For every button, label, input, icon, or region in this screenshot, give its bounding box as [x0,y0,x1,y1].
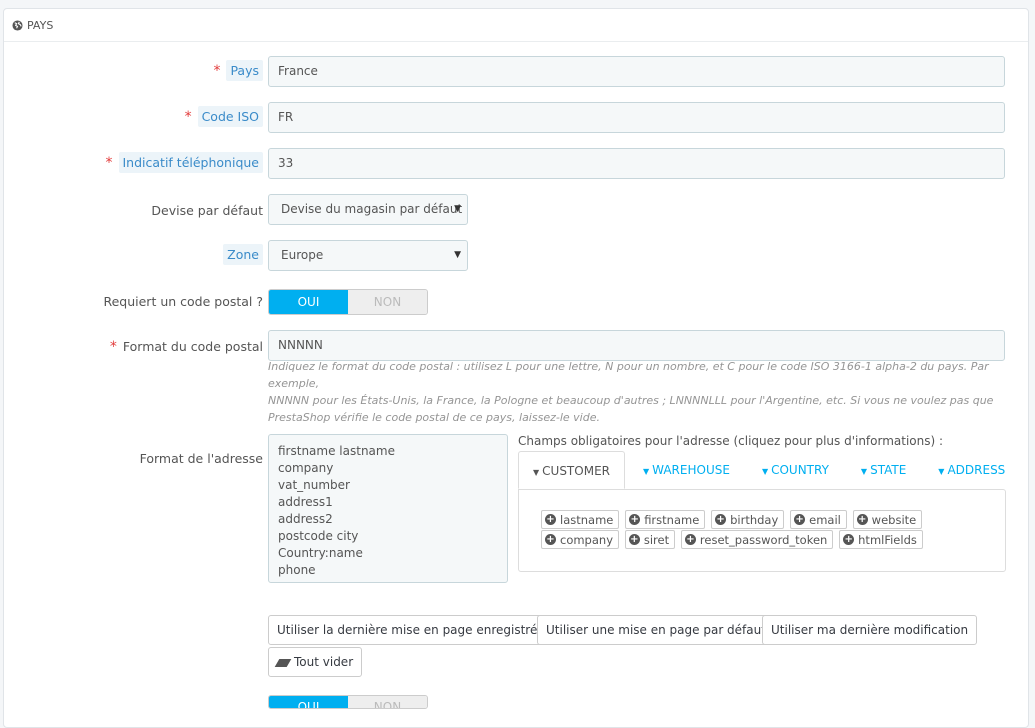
switch-yes[interactable]: OUI [269,696,348,708]
plus-circle-icon: + [684,534,696,545]
field-chip-siret[interactable]: + siret [624,530,676,549]
plus-circle-icon: + [794,514,806,525]
required-marker: * [213,63,221,79]
country-input[interactable]: France [268,56,1005,87]
address-line: postcode city [278,529,359,543]
field-chip-website[interactable]: + website [852,510,923,529]
plus-circle-icon: + [715,514,727,525]
address-line: Country:name [278,546,363,560]
zone-label: Zone [223,244,263,265]
switch-no[interactable]: NON [348,290,427,314]
caret-down-icon: ▼ [642,467,650,476]
iso-input[interactable]: FR [268,102,1005,133]
required-fields-title: Champs obligatoires pour l'adresse (cliq… [518,434,944,448]
required-marker: * [184,109,192,125]
chevron-down-icon: ▼ [454,250,461,260]
caret-down-icon: ▼ [533,468,540,477]
need-zip-switch[interactable]: OUI NON [268,289,428,315]
plus-circle-icon: + [856,514,868,525]
field-chip-email[interactable]: + email [790,510,847,529]
panel-heading: PAYS [4,9,1028,42]
field-chip-birthday[interactable]: + birthday [711,510,785,529]
globe-icon [12,19,23,31]
address-line: address2 [278,512,333,526]
plus-circle-icon: + [843,534,855,545]
zone-select[interactable]: Europe ▼ [268,240,468,271]
plus-circle-icon: + [545,514,556,525]
use-last-modification-button[interactable]: Utiliser ma dernière modification [762,615,978,645]
caret-down-icon: ▼ [938,467,945,476]
plus-circle-icon: + [545,534,556,545]
required-marker: * [105,155,113,171]
tab-warehouse[interactable]: ▼ WAREHOUSE [629,451,744,489]
phone-label: * Indicatif téléphonique [105,152,263,173]
plus-circle-icon: + [629,514,641,525]
tab-country[interactable]: ▼ COUNTRY [748,451,843,489]
next-switch[interactable]: OUI NON [268,695,428,709]
plus-circle-icon: + [628,534,640,545]
tab-customer[interactable]: ▼ CUSTOMER [518,451,625,489]
address-format-label: Format de l'adresse [139,451,263,466]
zip-format-input[interactable]: NNNNN [268,330,1005,361]
iso-label: * Code ISO [184,106,263,127]
address-line: firstname lastname [278,444,395,458]
switch-yes[interactable]: OUI [269,290,348,314]
eraser-icon [274,658,292,667]
country-label: * Pays [213,60,263,81]
caret-down-icon: ▼ [860,467,868,476]
address-format-textarea[interactable]: firstname lastname company vat_number ad… [268,434,508,583]
required-marker: * [109,339,117,355]
need-zip-label: Requiert un code postal ? [103,294,263,309]
address-line: company [278,461,334,475]
address-line: address1 [278,495,333,509]
field-chip-company[interactable]: + company [541,530,620,549]
required-fields-tabs: ▼ CUSTOMER ▼ WAREHOUSE ▼ COUNTRY ▼ STATE ▼ AD… [518,451,1019,489]
field-chip-htmlfields[interactable]: + htmlFields [839,530,923,549]
currency-label: Devise par défaut [151,203,263,218]
use-last-saved-layout-button[interactable]: Utiliser la dernière mise en page enregi… [268,615,554,645]
tab-content-customer: + lastname + firstname + birthday + email + w… [518,489,1006,572]
field-chip-lastname[interactable]: + lastname [541,510,620,529]
currency-select[interactable]: Devise du magasin par défaut ▼ [268,194,468,225]
use-default-layout-button[interactable]: Utiliser une mise en page par défaut [537,615,775,645]
address-line: phone [278,563,316,577]
tab-address[interactable]: ▼ ADDRESS [924,451,1019,489]
field-chip-firstname[interactable]: + firstname [625,510,706,529]
clear-all-button[interactable]: Tout vider [268,647,363,677]
tab-state[interactable]: ▼ STATE [847,451,920,489]
switch-no[interactable]: NON [348,696,427,708]
zip-format-help: Indiquez le format du code postal : util… [268,360,994,424]
panel-title: PAYS [27,18,54,32]
address-line: vat_number [278,478,350,492]
field-chip-reset-password-token[interactable]: + reset_password_token [680,530,834,549]
chevron-down-icon: ▼ [454,204,461,214]
zip-format-label: * Format du code postal [109,339,263,355]
caret-down-icon: ▼ [761,467,769,476]
phone-input[interactable]: 33 [268,148,1005,179]
